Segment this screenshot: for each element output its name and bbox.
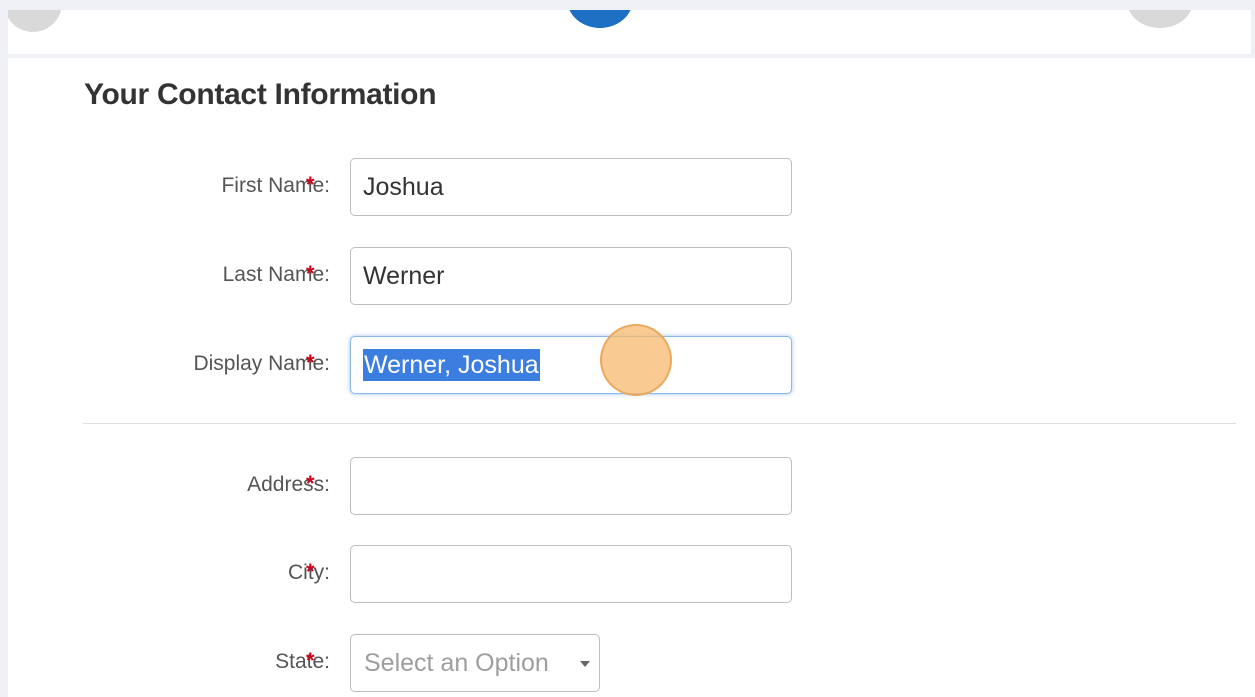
contact-form-card: Your Contact Information First Name: * J…: [8, 58, 1255, 697]
section-title: Your Contact Information: [84, 78, 437, 111]
required-asterisk: *: [306, 261, 315, 286]
display-name-selected-text: Werner, Joshua: [363, 349, 540, 381]
step-indicator-current[interactable]: [567, 10, 633, 28]
chevron-down-icon: [580, 661, 590, 667]
state-row: State: * Select an Option: [8, 634, 808, 692]
state-label: State:: [275, 650, 330, 673]
last-name-input[interactable]: Werner: [350, 247, 792, 305]
required-asterisk: *: [306, 172, 315, 197]
address-row: Address: *: [8, 457, 808, 515]
click-indicator: [600, 324, 672, 396]
address-label: Address:: [247, 473, 330, 496]
first-name-input[interactable]: Joshua: [350, 158, 792, 216]
required-asterisk: *: [306, 471, 315, 496]
last-name-row: Last Name: * Werner: [8, 247, 808, 305]
required-asterisk: *: [306, 648, 315, 673]
state-select[interactable]: Select an Option: [350, 634, 600, 692]
state-select-value: Select an Option: [364, 649, 549, 677]
city-input[interactable]: [350, 545, 792, 603]
step-indicator-previous[interactable]: [8, 10, 62, 32]
progress-stepper: [8, 10, 1251, 54]
required-asterisk: *: [306, 559, 315, 584]
display-name-input[interactable]: Werner, Joshua: [350, 336, 792, 394]
address-input[interactable]: [350, 457, 792, 515]
city-row: City: *: [8, 545, 808, 603]
first-name-row: First Name: * Joshua: [8, 158, 808, 216]
required-asterisk: *: [306, 350, 315, 375]
section-divider: [83, 423, 1236, 424]
step-indicator-next[interactable]: [1127, 10, 1193, 28]
display-name-row: Display Name: * Werner, Joshua: [8, 336, 808, 394]
